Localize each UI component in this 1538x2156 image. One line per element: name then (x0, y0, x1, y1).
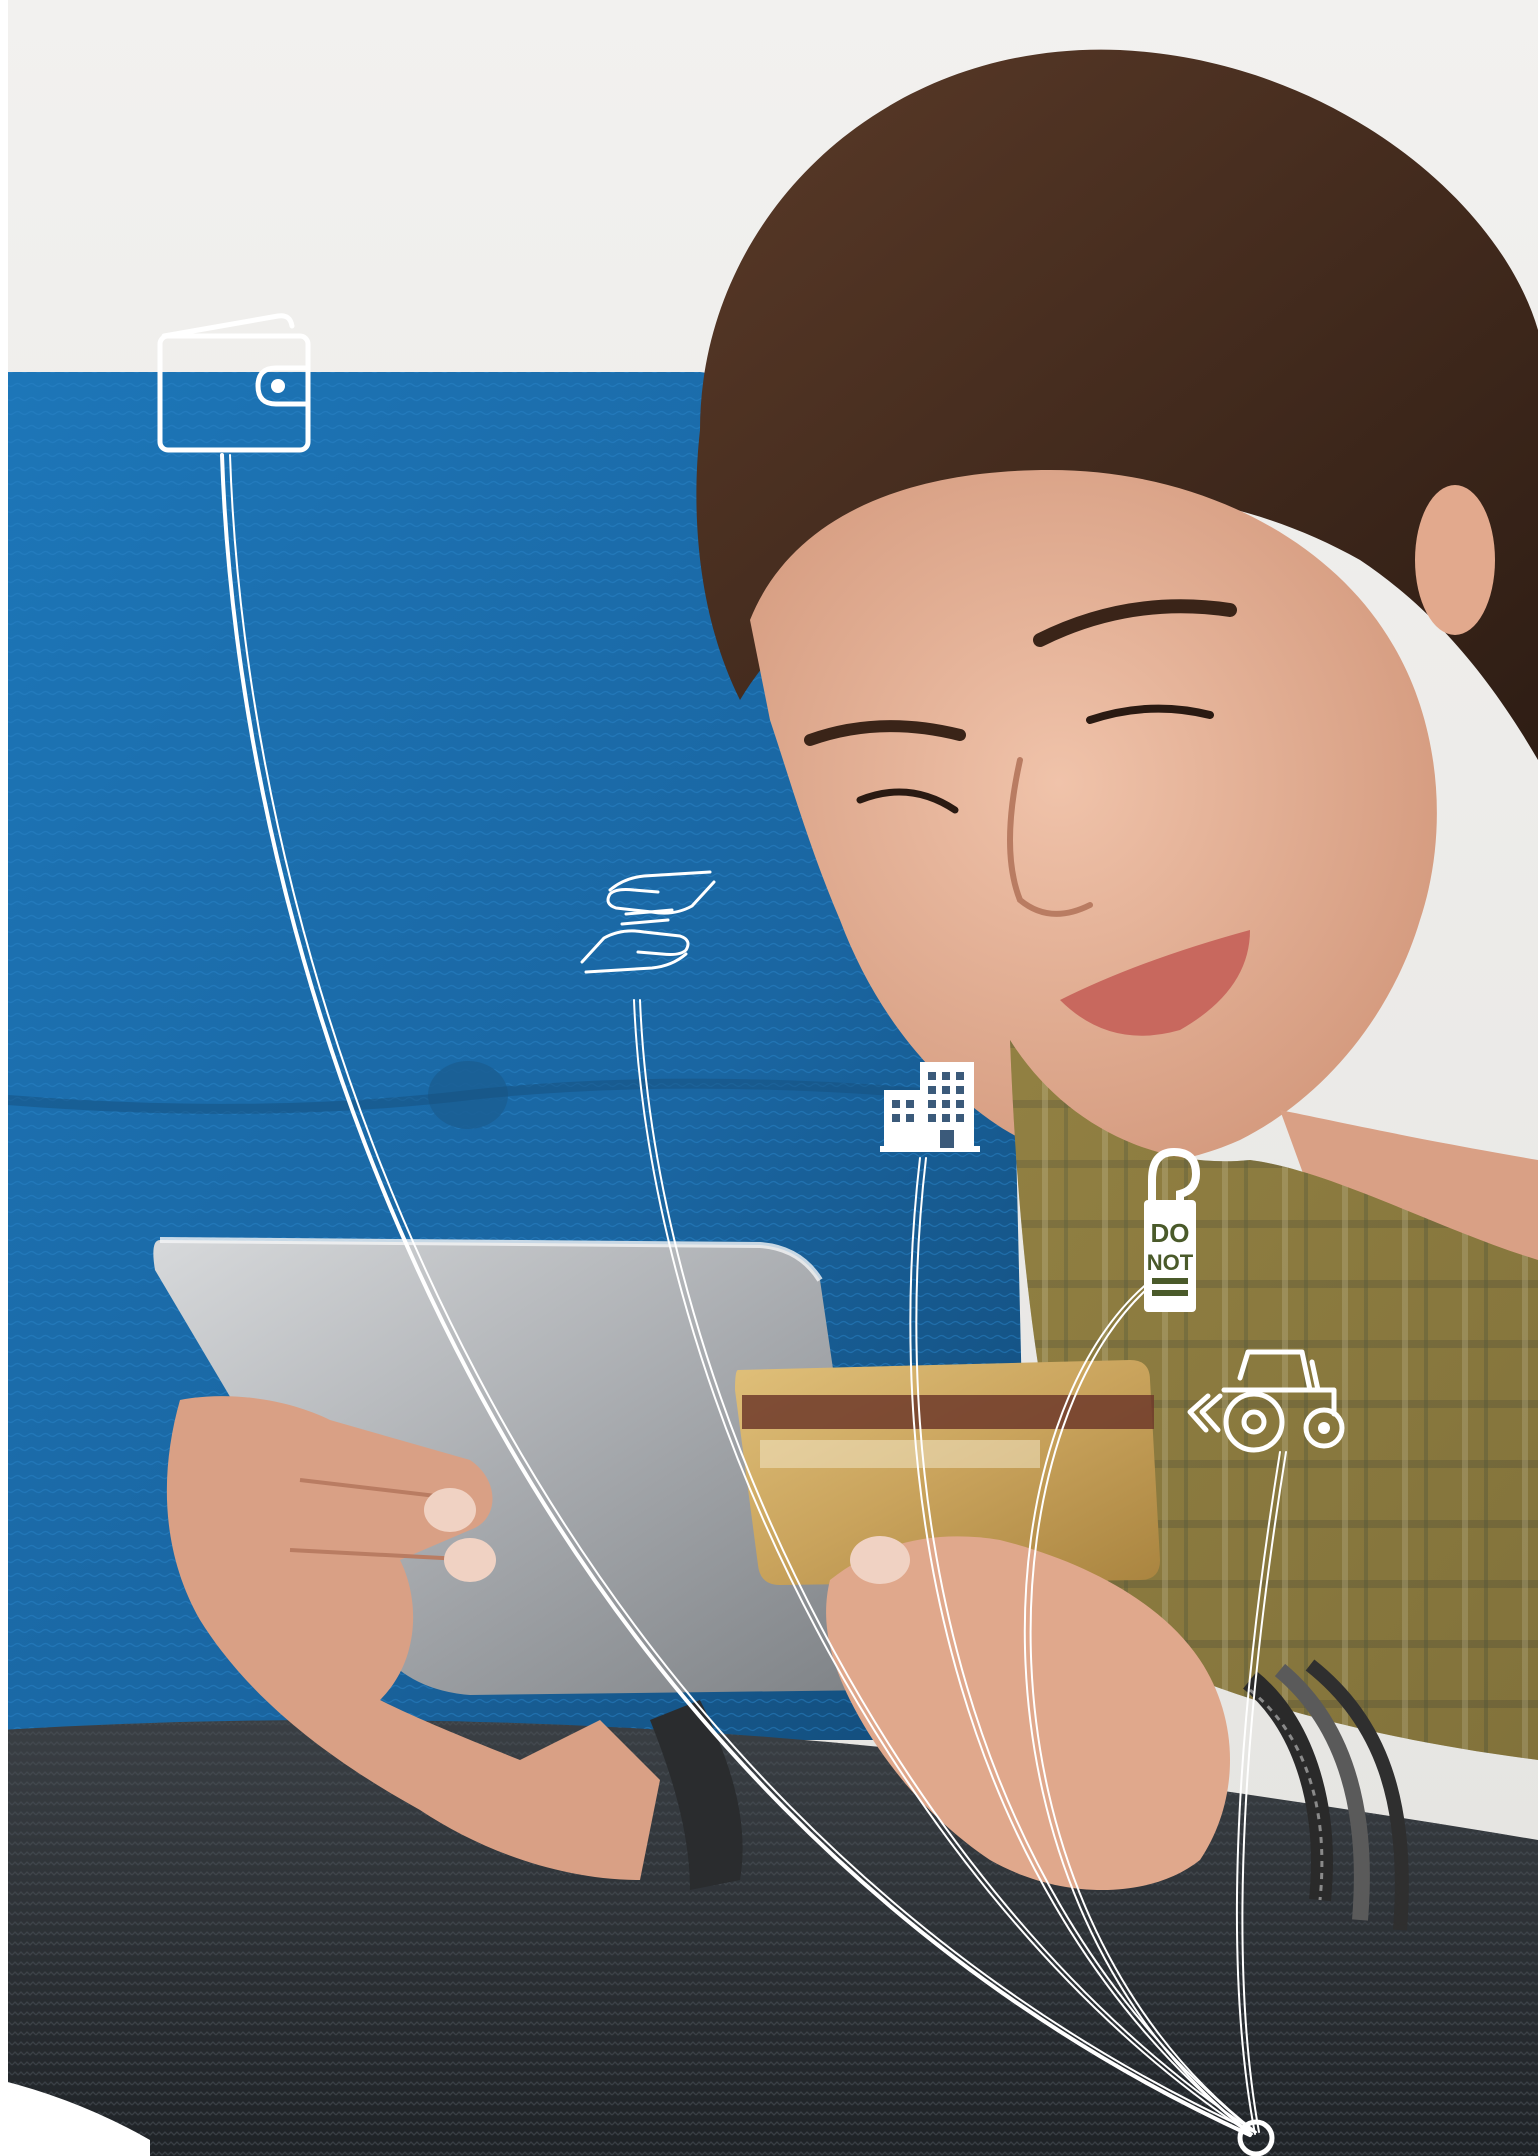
left-page-edge (0, 0, 8, 2156)
door-hanger-text-1: DO (1151, 1218, 1190, 1248)
door-hanger-text-2: NOT (1147, 1250, 1194, 1275)
photo-scene: DO NOT (0, 0, 1538, 2156)
ear (1415, 485, 1495, 635)
